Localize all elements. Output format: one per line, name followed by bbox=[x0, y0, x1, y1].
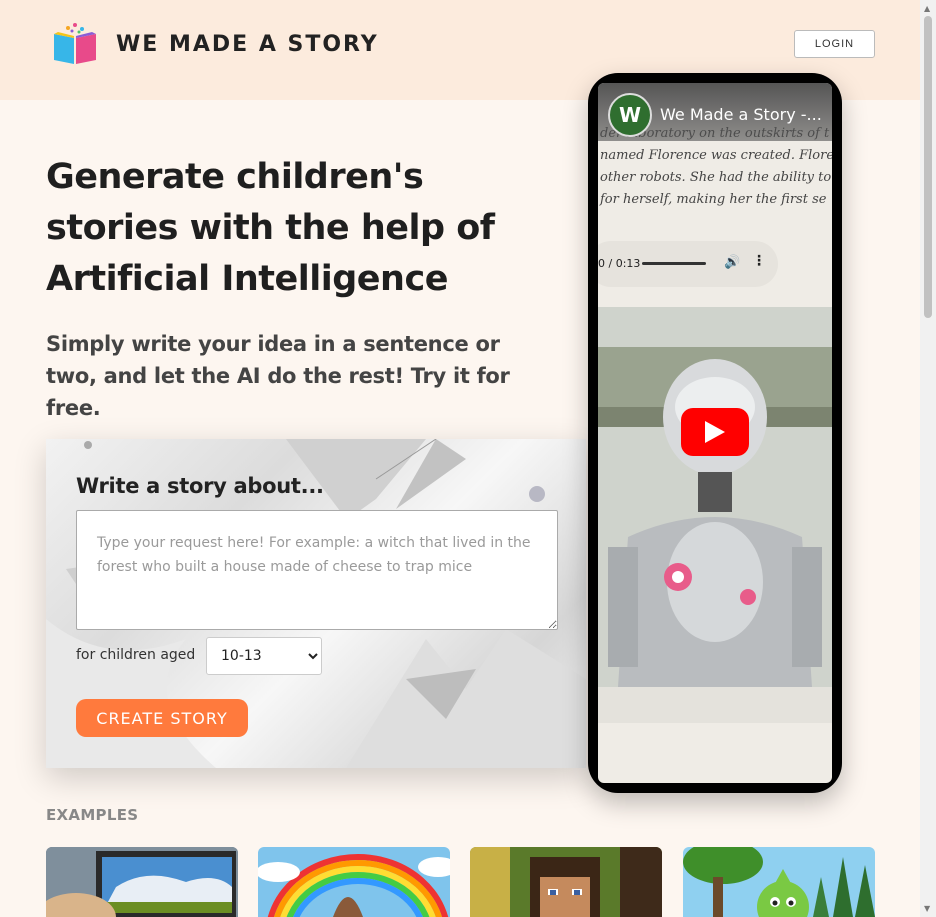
hero-title: Generate children's stories with the hel… bbox=[46, 157, 495, 299]
scroll-down-arrow-icon[interactable]: ▼ bbox=[924, 904, 930, 913]
age-label: for children aged bbox=[76, 647, 196, 663]
hero-subtitle: Simply write your idea in a sentence or … bbox=[46, 332, 510, 420]
example-thumbnail-1[interactable] bbox=[46, 847, 238, 917]
open-book-icon[interactable] bbox=[50, 22, 100, 66]
brand-name[interactable]: WE MADE A STORY bbox=[116, 32, 379, 57]
scrollbar-thumb[interactable] bbox=[924, 16, 932, 318]
audio-progress-track[interactable] bbox=[642, 262, 706, 265]
volume-icon[interactable]: 🔊 bbox=[724, 255, 740, 270]
robot-illustration bbox=[598, 307, 832, 723]
video-title[interactable]: We Made a Story -... bbox=[660, 105, 830, 124]
scroll-up-arrow-icon[interactable]: ▲ bbox=[924, 4, 930, 13]
examples-heading: EXAMPLES bbox=[46, 806, 139, 824]
phone-frame: der laboratory on the outskirts of t nam… bbox=[588, 73, 842, 793]
video-player[interactable]: der laboratory on the outskirts of t nam… bbox=[598, 83, 832, 783]
example-image-2 bbox=[258, 847, 450, 917]
video-title-bar: W We Made a Story -... bbox=[598, 83, 832, 141]
create-story-button[interactable]: CREATE STORY bbox=[76, 699, 248, 737]
example-image-3 bbox=[470, 847, 662, 917]
audio-player[interactable]: 0 / 0:13 🔊 ⋮ bbox=[598, 241, 778, 287]
more-options-icon[interactable]: ⋮ bbox=[752, 253, 766, 269]
play-triangle-icon bbox=[705, 421, 725, 443]
example-thumbnail-4[interactable] bbox=[683, 847, 875, 917]
story-idea-input[interactable] bbox=[76, 510, 558, 630]
example-thumbnail-2[interactable] bbox=[258, 847, 450, 917]
login-button[interactable]: LOGIN bbox=[794, 30, 875, 58]
audio-time: 0 / 0:13 bbox=[598, 257, 641, 270]
age-select[interactable]: 10-13 bbox=[206, 637, 322, 675]
example-image-4 bbox=[683, 847, 875, 917]
channel-avatar[interactable]: W bbox=[608, 93, 652, 137]
youtube-play-icon[interactable] bbox=[681, 408, 749, 456]
story-form-card: Write a story about... for children aged… bbox=[46, 439, 586, 768]
story-line: named Florence was created. Floren bbox=[600, 148, 832, 163]
form-title: Write a story about... bbox=[76, 474, 324, 498]
story-line: for herself, making her the first se bbox=[600, 192, 827, 207]
example-thumbnail-3[interactable] bbox=[470, 847, 662, 917]
example-image-1 bbox=[46, 847, 238, 917]
story-line: other robots. She had the ability to bbox=[600, 170, 832, 185]
